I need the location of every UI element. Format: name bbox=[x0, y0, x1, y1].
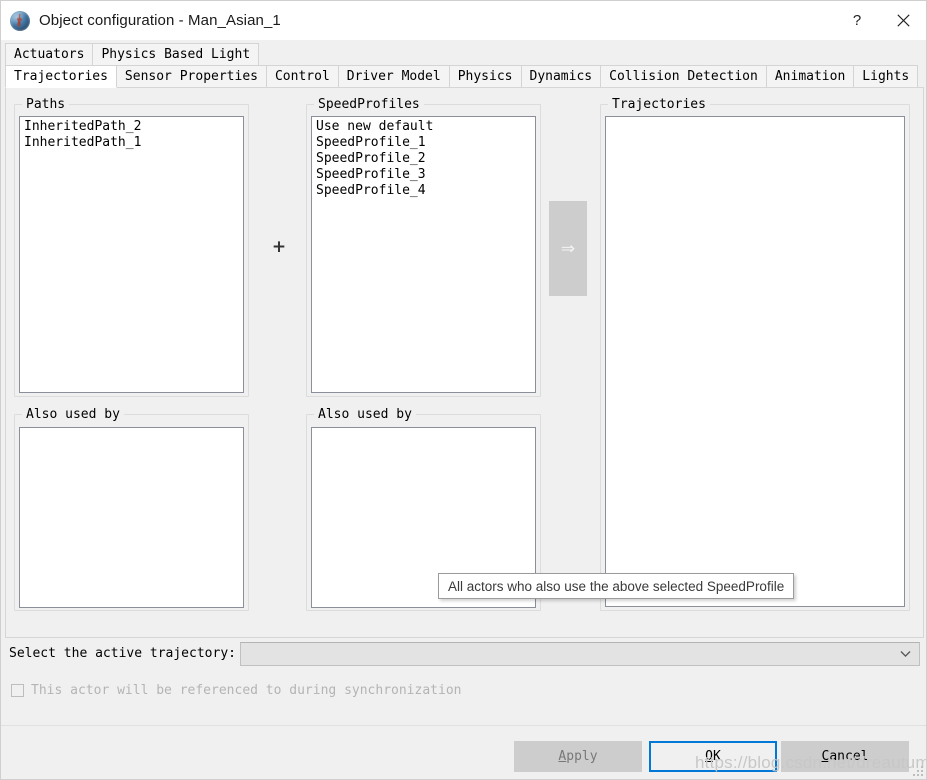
tab-label: Physics bbox=[457, 69, 513, 84]
trajectories-groupbox-title: Trajectories bbox=[608, 97, 710, 112]
sync-reference-checkbox[interactable] bbox=[11, 684, 24, 697]
tab-control[interactable]: Control bbox=[265, 65, 339, 88]
paths-listbox[interactable]: InheritedPath_2 InheritedPath_1 bbox=[19, 116, 244, 393]
ok-button[interactable]: OK bbox=[649, 741, 777, 772]
cancel-button-rest: ancel bbox=[829, 749, 869, 764]
tab-label: Dynamics bbox=[529, 69, 593, 84]
list-item[interactable]: InheritedPath_1 bbox=[22, 135, 243, 151]
apply-button-rest: pply bbox=[566, 749, 598, 764]
paths-groupbox-title: Paths bbox=[22, 97, 70, 112]
ok-button-rest: K bbox=[713, 749, 721, 764]
speed-also-used-by-title: Also used by bbox=[314, 407, 416, 422]
window-title: Object configuration - Man_Asian_1 bbox=[39, 12, 281, 29]
tab-collision-detection[interactable]: Collision Detection bbox=[600, 65, 767, 88]
tab-physics[interactable]: Physics bbox=[448, 65, 522, 88]
tab-row-top: Actuators Physics Based Light bbox=[5, 43, 260, 66]
tab-label: Actuators bbox=[14, 47, 85, 62]
add-trajectory-button[interactable]: ⇒ bbox=[549, 201, 587, 296]
tab-strip: Actuators Physics Based Light Trajectori… bbox=[5, 43, 924, 89]
tab-dynamics[interactable]: Dynamics bbox=[520, 65, 602, 88]
ok-button-mnemonic: O bbox=[705, 749, 713, 764]
paths-also-used-by-title: Also used by bbox=[22, 407, 124, 422]
tab-lights[interactable]: Lights bbox=[853, 65, 919, 88]
tab-label: Sensor Properties bbox=[124, 69, 258, 84]
apply-button[interactable]: Apply bbox=[514, 741, 642, 772]
help-button[interactable]: ? bbox=[834, 1, 880, 40]
speedprofile-tooltip: All actors who also use the above select… bbox=[438, 573, 795, 599]
tab-label: Driver Model bbox=[346, 69, 441, 84]
tab-animation[interactable]: Animation bbox=[765, 65, 855, 88]
close-icon bbox=[896, 14, 910, 27]
plus-icon: + bbox=[271, 237, 287, 257]
app-globe-icon bbox=[10, 10, 30, 31]
list-item[interactable]: SpeedProfile_2 bbox=[314, 151, 535, 167]
cancel-button-label: Cancel bbox=[822, 749, 869, 764]
tab-label: Physics Based Light bbox=[101, 47, 251, 62]
arrow-right-icon: ⇒ bbox=[560, 238, 576, 259]
tab-label: Lights bbox=[862, 69, 910, 84]
sync-reference-label: This actor will be referenced to during … bbox=[31, 683, 462, 698]
tab-label: Animation bbox=[774, 69, 846, 84]
sync-reference-checkbox-row[interactable]: This actor will be referenced to during … bbox=[11, 683, 461, 698]
list-item[interactable]: InheritedPath_2 bbox=[22, 119, 243, 135]
chevron-down-icon bbox=[900, 649, 911, 660]
list-item[interactable]: SpeedProfile_3 bbox=[314, 167, 535, 183]
active-trajectory-select[interactable] bbox=[240, 642, 920, 666]
list-item[interactable]: SpeedProfile_4 bbox=[314, 183, 535, 199]
title-bar[interactable]: Object configuration - Man_Asian_1 bbox=[1, 1, 926, 40]
apply-button-label: Apply bbox=[558, 749, 597, 764]
tab-sensor-properties[interactable]: Sensor Properties bbox=[115, 65, 267, 88]
paths-also-used-by-listbox[interactable] bbox=[19, 427, 244, 608]
tab-driver-model[interactable]: Driver Model bbox=[337, 65, 450, 88]
tab-trajectories[interactable]: Trajectories bbox=[5, 65, 117, 88]
tab-label: Collision Detection bbox=[609, 69, 758, 84]
list-item[interactable]: SpeedProfile_1 bbox=[314, 135, 535, 151]
question-mark-icon: ? bbox=[852, 12, 862, 29]
object-configuration-dialog: Object configuration - Man_Asian_1 ? Act… bbox=[0, 0, 927, 780]
tab-actuators[interactable]: Actuators bbox=[5, 43, 94, 66]
footer-separator bbox=[1, 725, 926, 726]
trajectories-listbox[interactable] bbox=[605, 116, 905, 607]
resize-grip[interactable] bbox=[911, 764, 923, 776]
close-button[interactable] bbox=[880, 1, 926, 40]
speedprofiles-groupbox-title: SpeedProfiles bbox=[314, 97, 424, 112]
tab-label: Control bbox=[274, 69, 330, 84]
ok-button-label: OK bbox=[705, 749, 721, 764]
tab-label: Trajectories bbox=[14, 69, 108, 84]
tab-row-bottom: Trajectories Sensor Properties Control D… bbox=[5, 65, 919, 88]
list-item[interactable]: Use new default bbox=[314, 119, 535, 135]
cancel-button[interactable]: Cancel bbox=[781, 741, 909, 772]
tab-physics-based-light[interactable]: Physics Based Light bbox=[92, 43, 260, 66]
speedprofiles-listbox[interactable]: Use new default SpeedProfile_1 SpeedProf… bbox=[311, 116, 536, 393]
active-trajectory-label: Select the active trajectory: bbox=[9, 646, 236, 661]
